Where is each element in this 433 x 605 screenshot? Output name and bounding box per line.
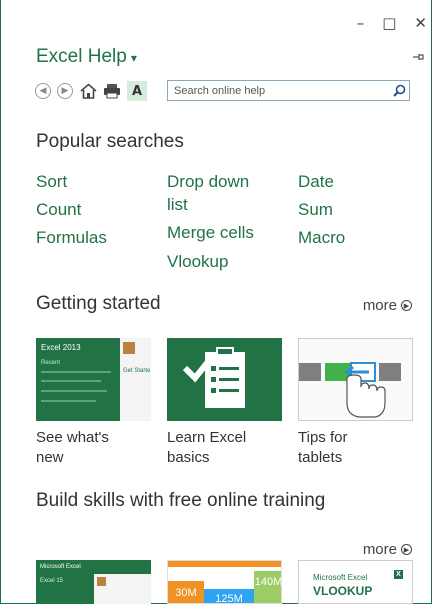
- training-tile-value: 140M: [254, 571, 281, 603]
- checklist-icon: [182, 347, 245, 408]
- training-tile-2[interactable]: 30M 125M 140M: [167, 560, 282, 604]
- minimize-button[interactable]: –: [357, 14, 365, 32]
- training-tile-value: 30M: [168, 581, 204, 603]
- tile-tips-tablets-caption[interactable]: Tips for tablets: [298, 428, 347, 468]
- popular-link-count[interactable]: Count: [36, 199, 81, 221]
- pane-title[interactable]: Excel Help ▾: [36, 46, 137, 68]
- training-tile-sub: VLOOKUP: [313, 584, 373, 598]
- thumb-title: Excel 2013: [41, 343, 81, 352]
- font-size-label: A: [131, 83, 143, 99]
- arrow-right-icon: ▶: [401, 300, 412, 311]
- training-tile-label: Microsoft Excel: [313, 573, 368, 582]
- caption-line: See what's: [36, 429, 109, 446]
- pane-title-text: Excel Help: [36, 46, 127, 67]
- training-tile-label: Microsoft Excel: [40, 564, 81, 570]
- training-more-link[interactable]: more ▶: [363, 541, 412, 558]
- tile-whats-new-caption[interactable]: See what's new: [36, 428, 109, 468]
- training-thumb-panel: [94, 574, 151, 604]
- training-tile-bar: [168, 561, 281, 567]
- training-tile-1[interactable]: Microsoft Excel Excel 15: [36, 560, 151, 604]
- popular-link-drop-down-list[interactable]: list: [167, 194, 188, 216]
- tile-learn-basics[interactable]: [167, 338, 282, 421]
- print-icon[interactable]: [103, 82, 121, 100]
- forward-icon[interactable]: ▶: [57, 83, 73, 99]
- search-input[interactable]: [168, 81, 389, 100]
- popular-link-sum[interactable]: Sum: [298, 199, 333, 221]
- caption-line: Tips for: [298, 429, 348, 446]
- popular-link-merge-cells[interactable]: Merge cells: [167, 222, 254, 244]
- window-controls: – □ ✕: [357, 14, 427, 32]
- touch-gesture-icon: [299, 362, 401, 418]
- avatar: [97, 577, 106, 586]
- more-label: more: [362, 297, 397, 314]
- thumb-line: [41, 400, 96, 402]
- training-tile-value: 125M: [204, 589, 254, 603]
- popular-link-macro[interactable]: Macro: [298, 227, 345, 249]
- more-label: more: [362, 541, 397, 558]
- caption-line: new: [36, 449, 64, 466]
- caption-line: tablets: [298, 449, 343, 466]
- avatar: [123, 342, 135, 354]
- font-size-button[interactable]: A: [127, 81, 147, 101]
- pin-icon[interactable]: [413, 52, 425, 65]
- help-toolbar: ◀ ▶ A: [35, 81, 147, 101]
- training-heading: Build skills with free online training: [36, 490, 326, 511]
- thumb-get-started: Get Starte: [123, 368, 151, 374]
- caption-line: Learn Excel: [167, 429, 247, 446]
- home-icon[interactable]: [79, 82, 97, 100]
- training-tile-3[interactable]: Microsoft Excel X VLOOKUP: [298, 560, 413, 604]
- caption-line: basics: [167, 449, 210, 466]
- chevron-down-icon: ▾: [130, 51, 137, 65]
- popular-link-vlookup[interactable]: Vlookup: [167, 251, 228, 273]
- thumb-panel: Get Starte: [120, 338, 151, 421]
- search-box: [167, 80, 410, 101]
- thumb-line: [41, 371, 111, 373]
- arrow-right-icon: ▶: [401, 544, 412, 555]
- back-icon[interactable]: ◀: [35, 83, 51, 99]
- training-tile-sub: Excel 15: [40, 578, 64, 584]
- popular-link-sort[interactable]: Sort: [36, 171, 67, 193]
- thumb-line: [41, 380, 101, 382]
- popular-link-drop-down[interactable]: Drop down: [167, 171, 249, 193]
- tile-whats-new[interactable]: Excel 2013 Recent Get Starte: [36, 338, 151, 421]
- getting-started-more-link[interactable]: more ▶: [363, 297, 412, 314]
- popular-link-date[interactable]: Date: [298, 171, 334, 193]
- close-button[interactable]: ✕: [414, 14, 427, 32]
- thumb-line: [41, 390, 107, 392]
- excel-logo-icon: X: [394, 570, 403, 579]
- popular-link-formulas[interactable]: Formulas: [36, 227, 107, 249]
- getting-started-heading: Getting started: [36, 293, 161, 314]
- search-icon[interactable]: [389, 84, 409, 97]
- thumb-recent: Recent: [41, 360, 61, 366]
- popular-searches-heading: Popular searches: [36, 131, 184, 152]
- maximize-button[interactable]: □: [382, 14, 396, 32]
- tile-tips-tablets[interactable]: [298, 338, 413, 421]
- tile-learn-basics-caption[interactable]: Learn Excel basics: [167, 428, 246, 468]
